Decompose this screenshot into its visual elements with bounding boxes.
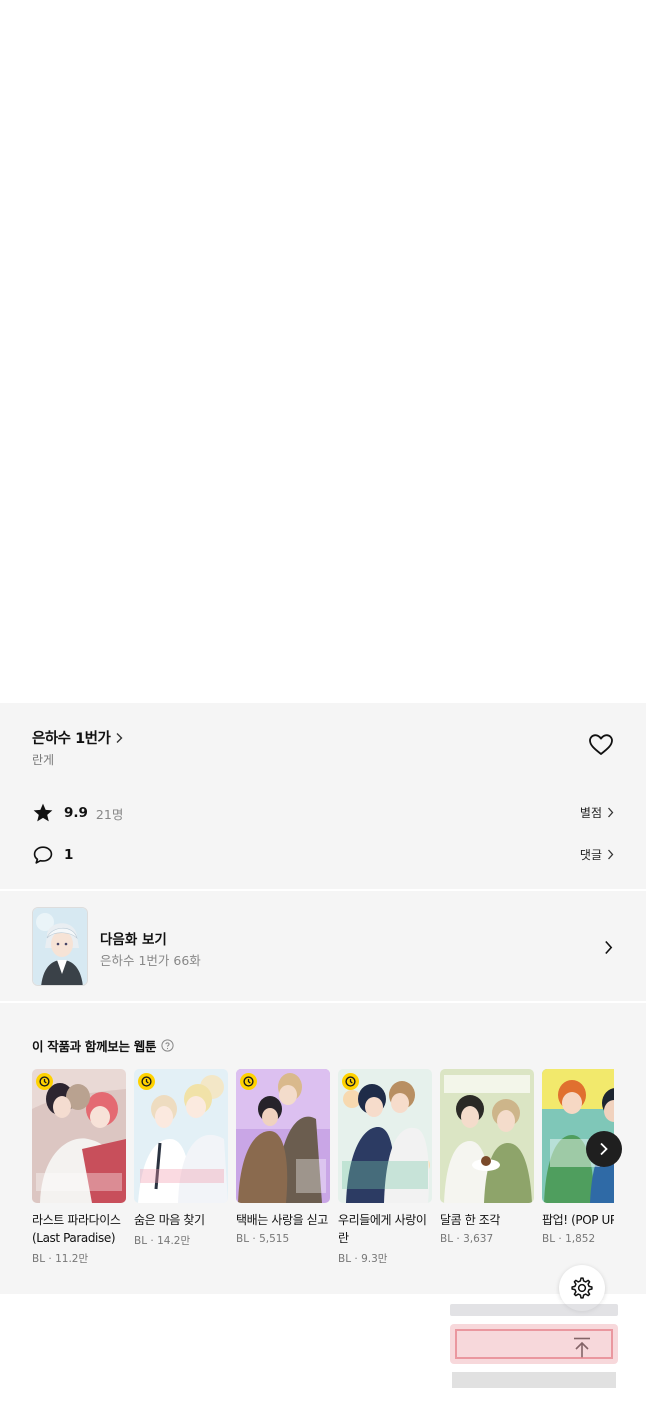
rating-score: 9.9 <box>64 805 88 821</box>
episode-info-panel: 은하수 1번가 란게 9.9 21명 별점 1 댓글 다음화 보기 은하수 1번… <box>0 703 646 1294</box>
webtoon-cover <box>440 1069 534 1203</box>
webtoon-meta: BL · 14.2만 <box>134 1235 191 1247</box>
webtoon-views: 5,515 <box>259 1233 290 1245</box>
webtoon-title: 택배는 사랑을 싣고 <box>236 1213 328 1227</box>
recommendations-carousel[interactable]: 라스트 파라다이스(Last Paradise) BL · 11.2만 숨은 마… <box>32 1069 614 1269</box>
rating-row: 9.9 21명 별점 <box>32 801 614 825</box>
recommendations-title: 이 작품과 함께보는 웹툰 <box>32 1039 157 1054</box>
help-icon[interactable] <box>161 1039 174 1052</box>
webtoon-meta: BL · 5,515 <box>236 1233 290 1245</box>
webtoon-views: 3,637 <box>463 1233 494 1245</box>
series-author: 란게 <box>32 753 55 767</box>
next-episode-subtitle: 은하수 1번가 66화 <box>100 953 201 968</box>
webtoon-title: 숨은 마음 찾기 <box>134 1213 205 1227</box>
section-divider <box>0 1001 646 1003</box>
comment-link-label: 댓글 <box>579 848 602 862</box>
webtoon-views: 11.2만 <box>55 1253 89 1265</box>
webtoon-views: 9.3만 <box>361 1253 388 1265</box>
recommendation-card[interactable]: 우리들에게 사랑이란 BL · 9.3만 <box>338 1069 432 1266</box>
rating-link-label: 별점 <box>579 806 602 820</box>
recommendation-card[interactable]: 달콤 한 조각 BL · 3,637 <box>440 1069 534 1245</box>
webtoon-meta: BL · 9.3만 <box>338 1253 388 1265</box>
webtoon-cover <box>134 1069 228 1203</box>
webtoon-views: 1,852 <box>565 1233 596 1245</box>
viewer-blank-area <box>0 0 646 703</box>
chevron-right-icon <box>116 732 123 743</box>
rating-count: 21명 <box>95 806 124 822</box>
recommendations-header: 이 작품과 함께보는 웹툰 <box>32 1036 174 1055</box>
series-title: 은하수 1번가 <box>32 731 111 747</box>
gear-icon <box>571 1277 593 1299</box>
webtoon-genre: BL <box>32 1253 46 1265</box>
star-icon <box>33 803 53 822</box>
comment-link-button[interactable]: 댓글 <box>580 846 614 863</box>
webtoon-meta: BL · 11.2만 <box>32 1253 89 1265</box>
comment-row: 1 댓글 <box>32 843 614 867</box>
webtoon-genre: BL <box>338 1253 352 1265</box>
speech-bubble-icon <box>33 846 53 864</box>
webtoon-genre: BL <box>440 1233 454 1245</box>
chevron-right-icon <box>608 807 614 818</box>
webtoon-title: 라스트 파라다이스(Last Paradise) <box>32 1213 121 1245</box>
clock-icon <box>240 1073 257 1090</box>
webtoon-cover <box>32 1069 126 1203</box>
next-episode-thumbnail <box>32 907 88 986</box>
recommendation-card[interactable]: 라스트 파라다이스(Last Paradise) BL · 11.2만 <box>32 1069 126 1266</box>
webtoon-title: 우리들에게 사랑이란 <box>338 1213 427 1245</box>
webtoon-genre: BL <box>134 1235 148 1247</box>
webtoon-genre: BL <box>236 1233 250 1245</box>
webtoon-meta: BL · 3,637 <box>440 1233 494 1245</box>
next-episode-button[interactable]: 다음화 보기 은하수 1번가 66화 <box>0 892 646 1003</box>
webtoon-cover <box>236 1069 330 1203</box>
chevron-right-icon <box>608 849 614 860</box>
clock-icon <box>138 1073 155 1090</box>
webtoon-genre: BL <box>542 1233 556 1245</box>
chevron-right-icon <box>600 1142 608 1156</box>
recommendation-card[interactable]: 숨은 마음 찾기 BL · 14.2만 <box>134 1069 228 1248</box>
section-divider <box>0 889 646 891</box>
series-title-link[interactable]: 은하수 1번가 <box>32 727 124 748</box>
webtoon-meta: BL · 1,852 <box>542 1233 596 1245</box>
site-watermark-logo <box>444 1300 624 1392</box>
clock-icon <box>342 1073 359 1090</box>
comment-count: 1 <box>64 847 74 863</box>
rating-link-button[interactable]: 별점 <box>580 804 614 821</box>
webtoon-cover <box>338 1069 432 1203</box>
clock-icon <box>36 1073 53 1090</box>
next-episode-label: 다음화 보기 <box>100 932 167 948</box>
webtoon-title: 팝업! (POP UP!) <box>542 1213 614 1227</box>
recommendation-card[interactable]: 택배는 사랑을 싣고 BL · 5,515 <box>236 1069 330 1245</box>
webtoon-title: 달콤 한 조각 <box>440 1213 501 1227</box>
heart-icon[interactable] <box>588 733 614 757</box>
chevron-right-icon <box>605 940 613 955</box>
webtoon-views: 14.2만 <box>157 1235 191 1247</box>
carousel-next-button[interactable] <box>586 1131 622 1167</box>
